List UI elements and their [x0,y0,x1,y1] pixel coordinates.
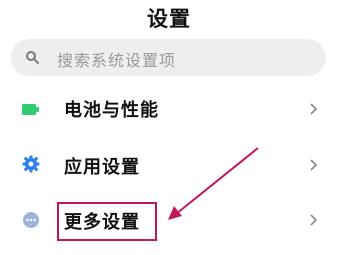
settings-item-battery[interactable]: 电池与性能 [0,80,338,136]
settings-item-more[interactable]: 更多设置 [0,192,338,248]
search-icon [26,51,39,64]
search-placeholder: 搜索系统设置项 [57,51,177,70]
page-title: 设置 [147,7,191,31]
more-dots-icon [23,212,39,228]
search-bar[interactable]: 搜索系统设置项 [11,39,326,76]
chevron-right-icon [310,214,318,226]
highlight-box [57,202,157,241]
chevron-right-icon [310,159,318,171]
settings-item-label: 应用设置 [64,157,140,178]
settings-item-label: 电池与性能 [64,100,159,121]
settings-item-app[interactable]: 应用设置 [0,137,338,193]
chevron-right-icon [310,103,318,115]
battery-icon [22,104,39,115]
gear-icon [22,155,40,173]
